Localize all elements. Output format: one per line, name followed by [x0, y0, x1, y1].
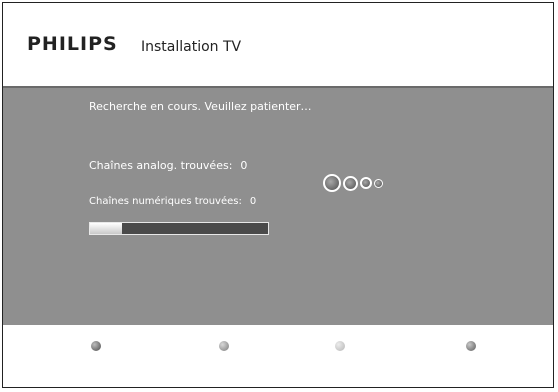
analog-channels-count: 0 — [240, 159, 248, 172]
digital-channels-label: Chaînes numériques trouvées: — [89, 196, 242, 207]
blue-button-icon[interactable] — [466, 341, 476, 351]
spinner-dot-icon — [360, 177, 372, 189]
header-bar: PHILIPS Installation TV — [3, 3, 553, 88]
page-title: Installation TV — [141, 39, 242, 55]
spinner-dot-icon — [374, 178, 383, 188]
brand-logo: PHILIPS — [27, 33, 118, 55]
yellow-button-icon[interactable] — [335, 341, 345, 351]
color-keys-bar — [3, 325, 553, 387]
green-button-icon[interactable] — [219, 341, 229, 351]
tv-menu-screen: PHILIPS Installation TV Recherche en cou… — [2, 2, 554, 388]
status-message: Recherche en cours. Veuillez patienter… — [89, 100, 312, 113]
loading-spinner — [323, 174, 383, 192]
analog-channels-row: Chaînes analog. trouvées: 0 — [89, 159, 247, 172]
installation-panel: Recherche en cours. Veuillez patienter… … — [3, 88, 553, 325]
search-progress-bar — [89, 222, 269, 235]
spinner-dot-icon — [343, 175, 358, 191]
red-button-icon[interactable] — [91, 341, 101, 351]
spinner-dot-icon — [323, 174, 341, 192]
analog-channels-label: Chaînes analog. trouvées: — [89, 159, 233, 172]
digital-channels-row: Chaînes numériques trouvées: 0 — [89, 196, 256, 207]
digital-channels-count: 0 — [249, 196, 257, 207]
progress-fill — [90, 223, 123, 234]
